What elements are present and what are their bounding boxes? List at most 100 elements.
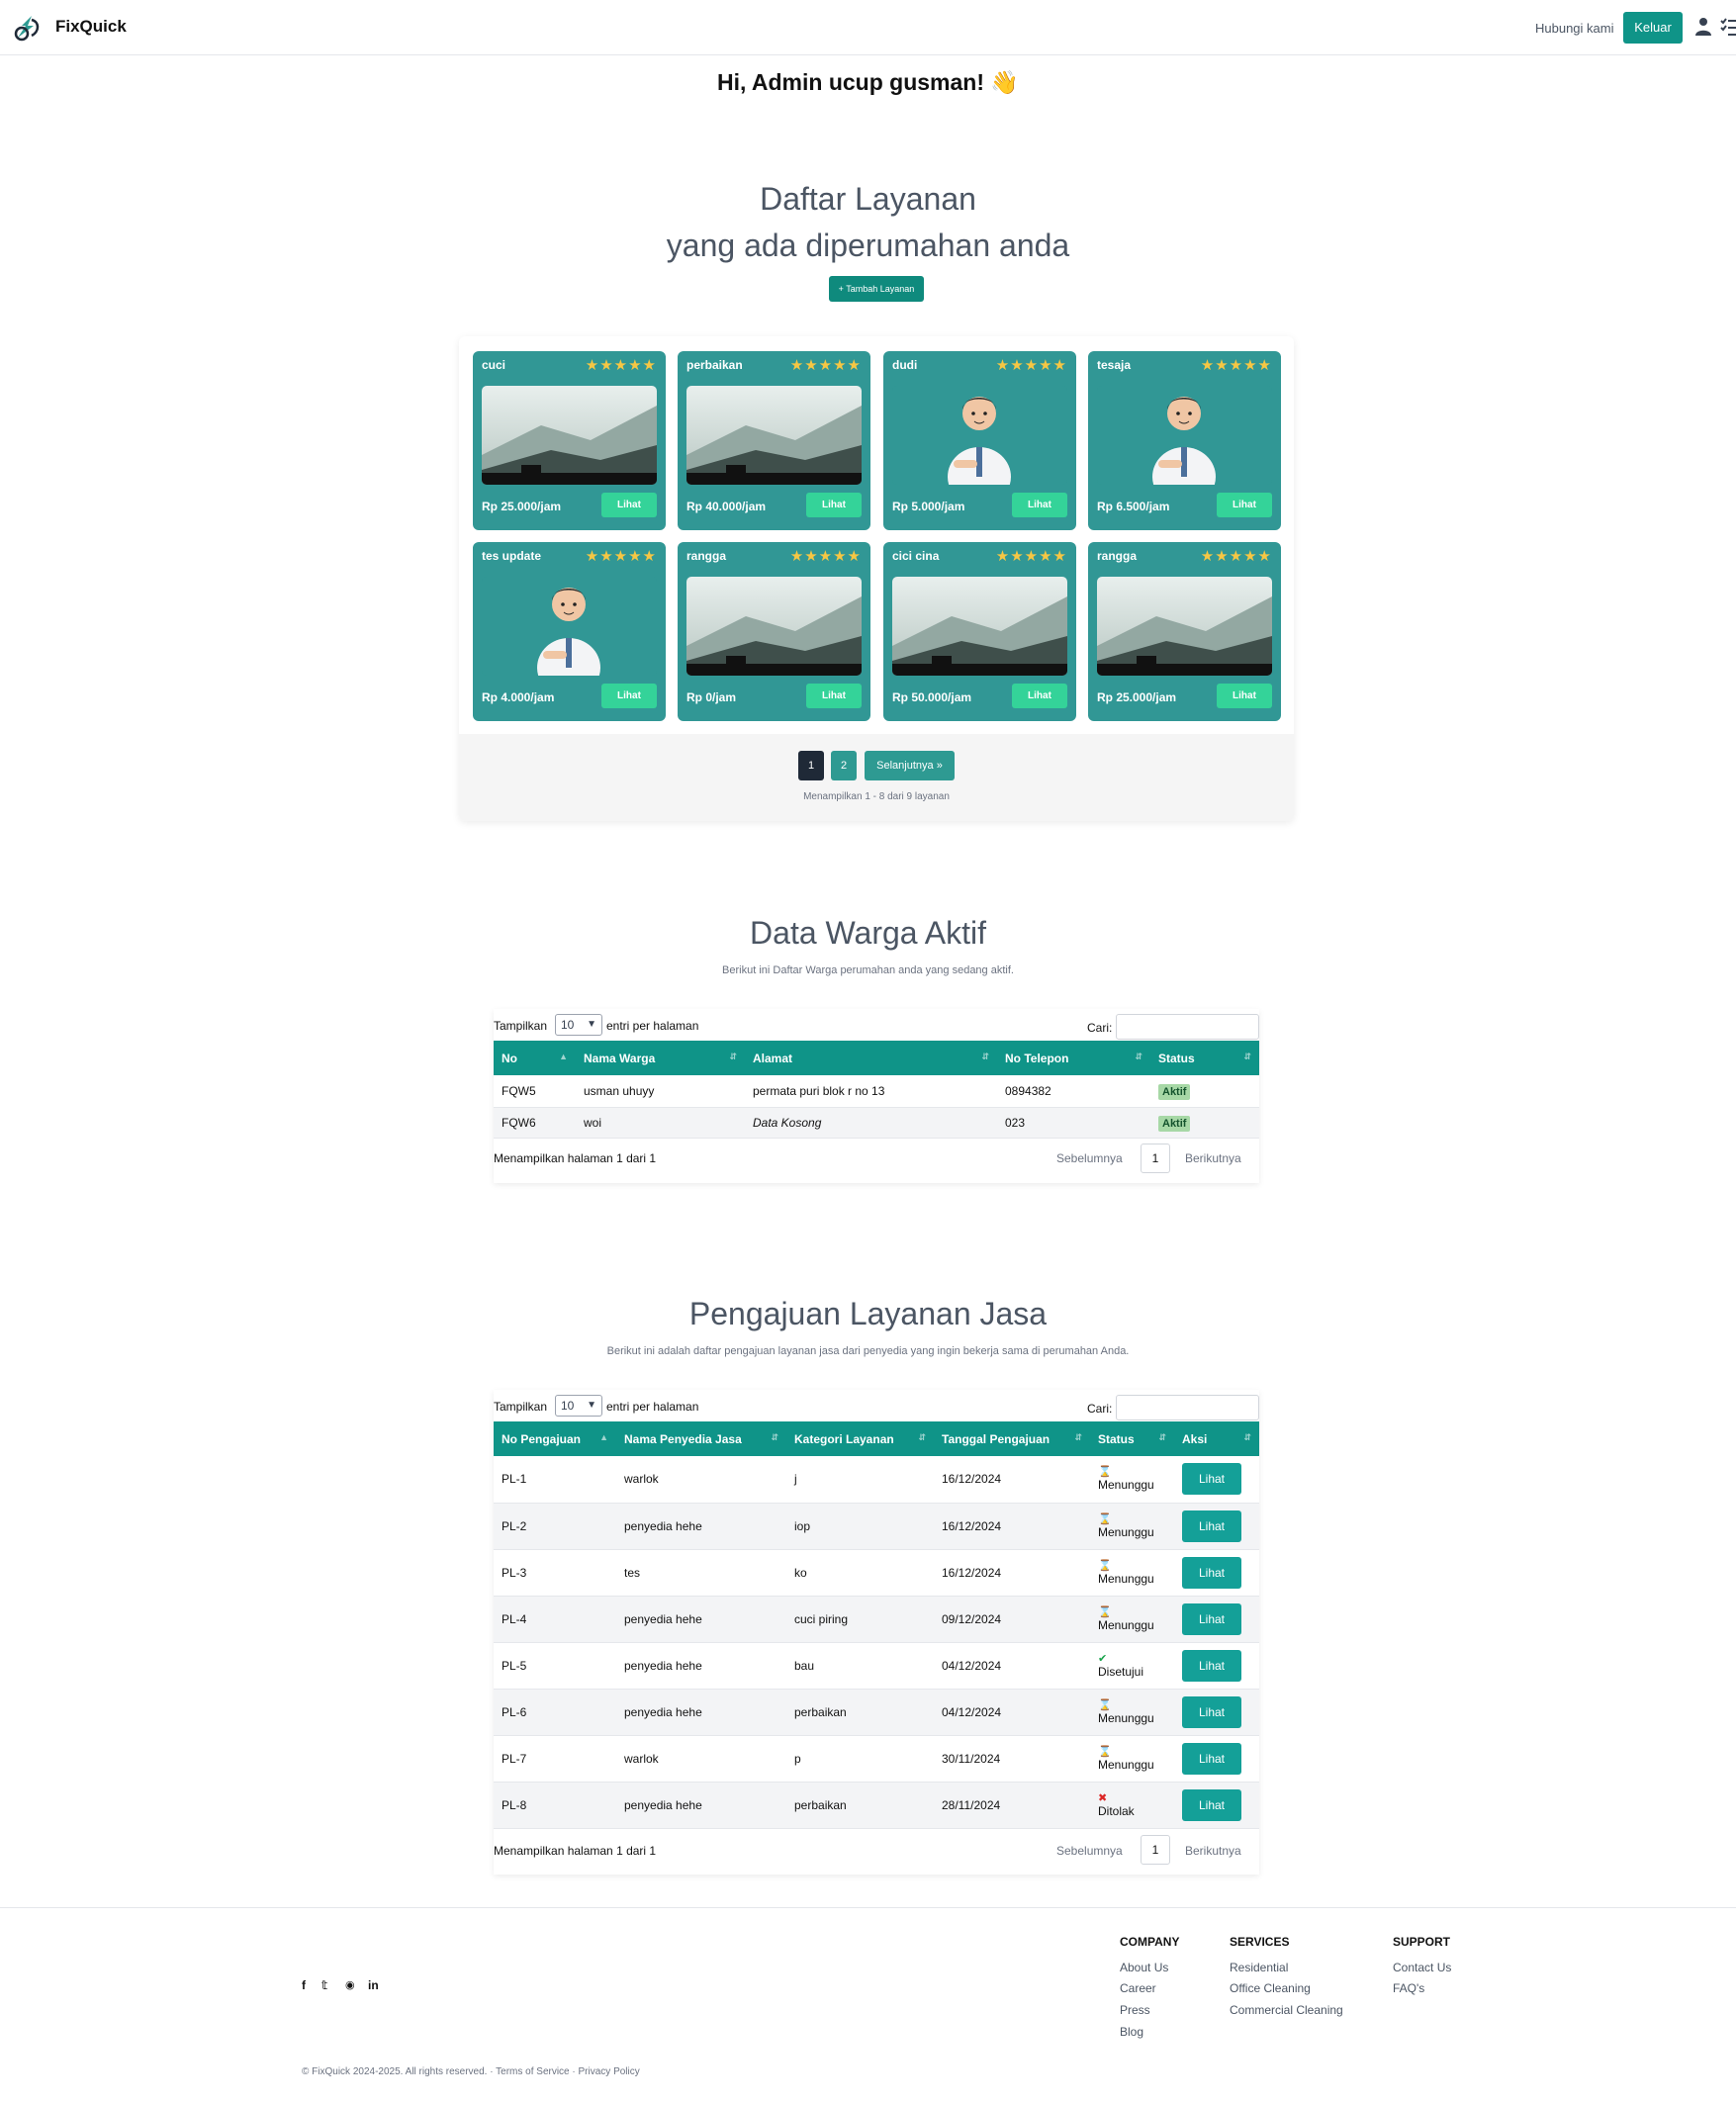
column-header[interactable]: Status ⇵ — [1090, 1421, 1174, 1456]
facebook-icon[interactable]: f — [302, 1978, 306, 1992]
column-header[interactable]: Tanggal Pengajuan ⇵ — [934, 1421, 1090, 1456]
service-card: cici cina ★★★★★ Rp 50.000/jam Lihat — [883, 542, 1076, 721]
per-page-value: 10 — [561, 1399, 575, 1413]
warga-table: No ▲ Nama Warga ⇵ Alamat ⇵ No Telepon ⇵ Stat… — [494, 1041, 1259, 1139]
view-submission-button[interactable]: Lihat — [1182, 1510, 1241, 1542]
linkedin-icon[interactable]: in — [368, 1978, 379, 1992]
view-submission-button[interactable]: Lihat — [1182, 1602, 1241, 1635]
cell-nama: woi — [584, 1115, 602, 1130]
per-page-select[interactable]: 10 ▼ — [555, 1395, 602, 1417]
next-page-button[interactable]: Selanjutnya » — [865, 751, 955, 780]
view-service-button[interactable]: Lihat — [1217, 684, 1272, 708]
cell-tanggal: 30/11/2024 — [942, 1751, 1001, 1766]
pengajuan-search-input[interactable] — [1116, 1395, 1259, 1420]
avatar-image — [1152, 397, 1216, 485]
view-service-button[interactable]: Lihat — [601, 684, 657, 708]
view-service-button[interactable]: Lihat — [1012, 684, 1067, 708]
table-row: PL-1 warlok j 16/12/2024 ⌛ Menunggu Lihat — [494, 1456, 1259, 1503]
view-service-button[interactable]: Lihat — [1012, 493, 1067, 517]
cell-kategori: ko — [794, 1565, 807, 1580]
cell-no: PL-3 — [502, 1565, 527, 1580]
status-text: Ditolak — [1098, 1803, 1135, 1818]
footer-link[interactable]: FAQ's — [1393, 1981, 1424, 1995]
view-service-button[interactable]: Lihat — [1217, 493, 1272, 517]
table-row: FQW6 woi Data Kosong 023 Aktif — [494, 1107, 1259, 1138]
column-header[interactable]: No Telepon ⇵ — [997, 1041, 1150, 1075]
column-header[interactable]: Kategori Layanan ⇵ — [786, 1421, 934, 1456]
view-submission-button[interactable]: Lihat — [1182, 1742, 1241, 1775]
cell-kategori: cuci piring — [794, 1611, 849, 1626]
footer-link[interactable]: Blog — [1120, 2025, 1143, 2039]
cell-aksi: Lihat — [1174, 1503, 1259, 1549]
search-label: Cari: — [1087, 1402, 1113, 1416]
instagram-icon[interactable]: ◉ — [345, 1978, 355, 1991]
pengajuan-page-info: Menampilkan halaman 1 dari 1 — [494, 1844, 657, 1858]
footer-link[interactable]: Residential — [1230, 1961, 1288, 1974]
view-submission-button[interactable]: Lihat — [1182, 1695, 1241, 1728]
next-page-button[interactable]: Berikutnya — [1185, 1844, 1241, 1858]
cell-aksi: Lihat — [1174, 1782, 1259, 1828]
cell-no: PL-2 — [502, 1518, 527, 1533]
prev-page-button[interactable]: Sebelumnya — [1056, 1844, 1123, 1858]
footer-link[interactable]: Contact Us — [1393, 1961, 1451, 1974]
footer-link[interactable]: Career — [1120, 1981, 1156, 1995]
cell-tanggal: 04/12/2024 — [942, 1704, 1002, 1719]
service-name: cici cina — [892, 549, 940, 563]
view-submission-button[interactable]: Lihat — [1182, 1556, 1241, 1589]
add-service-button[interactable]: + Tambah Layanan — [829, 276, 924, 302]
column-header[interactable]: Nama Warga ⇵ — [576, 1041, 745, 1075]
per-page-suffix: entri per halaman — [606, 1400, 699, 1414]
cell-nama: penyedia hehe — [624, 1797, 702, 1812]
footer-link[interactable]: About Us — [1120, 1961, 1168, 1974]
cell-no: PL-7 — [502, 1751, 527, 1766]
cell-telepon: 023 — [1005, 1115, 1026, 1130]
per-page-select[interactable]: 10 ▼ — [555, 1014, 602, 1036]
logout-button[interactable]: Keluar — [1623, 12, 1683, 44]
table-row: PL-4 penyedia hehe cuci piring 09/12/2024 ⌛ M… — [494, 1596, 1259, 1642]
warga-subtitle: Berikut ini Daftar Warga perumahan anda … — [722, 964, 1014, 976]
landscape-image — [1097, 577, 1272, 676]
view-submission-button[interactable]: Lihat — [1182, 1463, 1241, 1496]
column-header[interactable]: Nama Penyedia Jasa ⇵ — [616, 1421, 786, 1456]
chevron-down-icon: ▼ — [587, 1019, 596, 1030]
per-page-value: 10 — [561, 1018, 575, 1032]
column-header[interactable]: No Pengajuan ▲ — [494, 1421, 616, 1456]
current-page-button[interactable]: 1 — [1141, 1835, 1170, 1865]
warga-search-input[interactable] — [1116, 1014, 1259, 1040]
view-service-button[interactable]: Lihat — [601, 493, 657, 517]
footer-link[interactable]: Press — [1120, 2003, 1150, 2017]
user-group-icon[interactable] — [1693, 16, 1713, 38]
footer-link[interactable]: Commercial Cleaning — [1230, 2003, 1343, 2017]
logo-icon[interactable] — [12, 12, 44, 44]
cell-aksi: Lihat — [1174, 1642, 1259, 1689]
contact-link[interactable]: Hubungi kami — [1535, 21, 1614, 36]
page-1-button[interactable]: 1 — [798, 751, 824, 780]
column-header[interactable]: Alamat ⇵ — [745, 1041, 997, 1075]
footer-link[interactable]: Office Cleaning — [1230, 1981, 1311, 1995]
prev-page-button[interactable]: Sebelumnya — [1056, 1151, 1123, 1165]
star-rating-icons: ★★★★★ — [1200, 357, 1272, 374]
sort-icon: ⇵ — [1243, 1052, 1251, 1061]
view-service-button[interactable]: Lihat — [806, 493, 862, 517]
cell-status: Aktif — [1150, 1107, 1259, 1138]
view-submission-button[interactable]: Lihat — [1182, 1649, 1241, 1682]
next-page-button[interactable]: Berikutnya — [1185, 1151, 1241, 1165]
view-submission-button[interactable]: Lihat — [1182, 1788, 1241, 1821]
service-name: tes update — [482, 549, 542, 563]
task-list-icon[interactable] — [1719, 16, 1736, 38]
service-name: cuci — [482, 358, 506, 372]
column-header[interactable]: Aksi ⇵ — [1174, 1421, 1259, 1456]
column-header[interactable]: Status ⇵ — [1150, 1041, 1259, 1075]
page-2-button[interactable]: 2 — [831, 751, 857, 780]
column-header[interactable]: No ▲ — [494, 1041, 576, 1075]
twitter-icon[interactable]: 𝕥 — [321, 1978, 327, 1992]
current-page-button[interactable]: 1 — [1141, 1144, 1170, 1173]
service-name: rangga — [1097, 549, 1138, 563]
pengajuan-table: No Pengajuan ▲ Nama Penyedia Jasa ⇵ Katego… — [494, 1421, 1259, 1829]
brand-name[interactable]: FixQuick — [55, 17, 127, 37]
sort-icon: ⇵ — [771, 1432, 778, 1442]
view-service-button[interactable]: Lihat — [806, 684, 862, 708]
pengajuan-title: Pengajuan Layanan Jasa — [688, 1296, 1048, 1331]
copyright-text: © FixQuick 2024-2025. All rights reserve… — [302, 2066, 640, 2077]
service-price: Rp 4.000/jam — [482, 690, 555, 704]
